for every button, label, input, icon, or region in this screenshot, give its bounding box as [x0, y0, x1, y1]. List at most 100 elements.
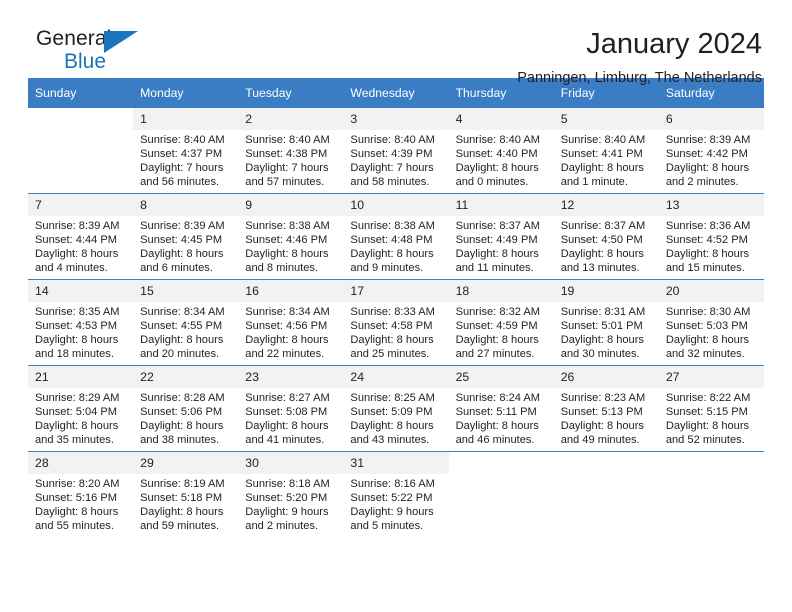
daylight-duration-line1: Daylight: 8 hours — [665, 248, 750, 261]
daylight-duration-line2: and 2 minutes. — [245, 520, 319, 533]
day-number — [449, 452, 554, 468]
daylight-duration-line2: and 6 minutes. — [140, 262, 213, 275]
sunset-time: Sunset: 5:06 PM — [140, 406, 223, 419]
calendar-day-cell[interactable]: 24 Sunrise: 8:25 AM Sunset: 5:09 PM Dayligh… — [343, 365, 449, 452]
calendar-day-cell[interactable]: 13 Sunrise: 8:36 AM Sunset: 4:52 PM Dayligh… — [658, 193, 764, 280]
sunrise-time: Sunrise: 8:37 AM — [455, 220, 541, 232]
calendar-day-cell[interactable]: 31 Sunrise: 8:16 AM Sunset: 5:22 PM Dayligh… — [343, 451, 449, 538]
calendar-day-cell[interactable]: 16 Sunrise: 8:34 AM Sunset: 4:56 PM Dayligh… — [238, 279, 344, 366]
day-number — [28, 108, 133, 124]
calendar-day-cell[interactable]: 25 Sunrise: 8:24 AM Sunset: 5:11 PM Dayligh… — [448, 365, 554, 452]
page-title: January 2024 — [586, 28, 762, 60]
general-blue-logo[interactable]: General Blue — [28, 28, 178, 82]
day-number: 8 — [133, 194, 239, 216]
sunset-time: Sunset: 4:49 PM — [455, 234, 538, 247]
day-details: Sunrise: 8:39 AM Sunset: 4:45 PM Daylight:… — [133, 216, 238, 275]
daylight-duration-line2: and 4 minutes. — [35, 262, 108, 275]
sunrise-time: Sunrise: 8:35 AM — [35, 306, 120, 318]
daylight-duration-line1: Daylight: 7 hours — [245, 162, 329, 175]
calendar-day-cell[interactable]: 26 Sunrise: 8:23 AM Sunset: 5:13 PM Dayligh… — [553, 365, 659, 452]
day-details: Sunrise: 8:40 AM Sunset: 4:38 PM Daylight:… — [238, 130, 343, 189]
calendar-day-cell[interactable]: 22 Sunrise: 8:28 AM Sunset: 5:06 PM Dayligh… — [133, 365, 239, 452]
day-details: Sunrise: 8:34 AM Sunset: 4:55 PM Daylight:… — [133, 302, 238, 361]
sunrise-time: Sunrise: 8:23 AM — [560, 392, 646, 404]
calendar-day-cell[interactable]: 1 Sunrise: 8:40 AM Sunset: 4:37 PM Daylight… — [133, 107, 239, 194]
day-number: 20 — [658, 280, 764, 302]
calendar-week-row: 14 Sunrise: 8:35 AM Sunset: 4:53 PM Dayligh… — [28, 279, 764, 366]
day-number: 12 — [553, 194, 659, 216]
day-number: 11 — [448, 194, 554, 216]
calendar-day-cell[interactable]: 19 Sunrise: 8:31 AM Sunset: 5:01 PM Dayligh… — [553, 279, 659, 366]
calendar-day-cell[interactable]: 27 Sunrise: 8:22 AM Sunset: 5:15 PM Dayligh… — [658, 365, 764, 452]
daylight-duration-line2: and 8 minutes. — [245, 262, 319, 275]
daylight-duration-line2: and 27 minutes. — [455, 348, 535, 361]
sunset-time: Sunset: 4:53 PM — [35, 320, 118, 333]
calendar-day-cell[interactable]: 15 Sunrise: 8:34 AM Sunset: 4:55 PM Dayligh… — [133, 279, 239, 366]
calendar-day-cell[interactable]: 10 Sunrise: 8:38 AM Sunset: 4:48 PM Dayligh… — [343, 193, 449, 280]
calendar-day-cell[interactable]: 21 Sunrise: 8:29 AM Sunset: 5:04 PM Dayligh… — [28, 365, 134, 452]
daylight-duration-line1: Daylight: 8 hours — [665, 420, 750, 433]
sunrise-time: Sunrise: 8:39 AM — [665, 134, 751, 146]
calendar-day-cell[interactable]: 9 Sunrise: 8:38 AM Sunset: 4:46 PM Daylight… — [238, 193, 344, 280]
calendar-day-cell-empty — [28, 107, 134, 194]
day-details: Sunrise: 8:36 AM Sunset: 4:52 PM Daylight:… — [659, 216, 764, 275]
day-details: Sunrise: 8:37 AM Sunset: 4:49 PM Daylight:… — [449, 216, 554, 275]
sunrise-time: Sunrise: 8:20 AM — [35, 478, 120, 490]
calendar-day-cell[interactable]: 28 Sunrise: 8:20 AM Sunset: 5:16 PM Dayligh… — [28, 451, 134, 538]
daylight-duration-line2: and 9 minutes. — [350, 262, 424, 275]
calendar-day-cell[interactable]: 8 Sunrise: 8:39 AM Sunset: 4:45 PM Daylight… — [133, 193, 239, 280]
sunset-time: Sunset: 4:50 PM — [560, 234, 643, 247]
calendar-day-cell-empty — [658, 451, 764, 538]
day-details: Sunrise: 8:33 AM Sunset: 4:58 PM Daylight:… — [343, 302, 448, 361]
calendar-week-row: 1 Sunrise: 8:40 AM Sunset: 4:37 PM Daylight… — [28, 107, 764, 194]
daylight-duration-line2: and 20 minutes. — [140, 348, 220, 361]
calendar-day-cell[interactable]: 6 Sunrise: 8:39 AM Sunset: 4:42 PM Daylight… — [658, 107, 764, 194]
sunrise-time: Sunrise: 8:38 AM — [245, 220, 330, 232]
calendar-day-cell[interactable]: 12 Sunrise: 8:37 AM Sunset: 4:50 PM Dayligh… — [553, 193, 659, 280]
sunrise-time: Sunrise: 8:39 AM — [140, 220, 225, 232]
page-header: General Blue January 2024 Panningen, Lim… — [28, 0, 764, 87]
daylight-duration-line2: and 2 minutes. — [665, 176, 739, 189]
calendar-day-cell[interactable]: 17 Sunrise: 8:33 AM Sunset: 4:58 PM Dayligh… — [343, 279, 449, 366]
calendar-day-cell-empty — [448, 451, 554, 538]
calendar-day-cell[interactable]: 20 Sunrise: 8:30 AM Sunset: 5:03 PM Dayligh… — [658, 279, 764, 366]
calendar-day-cell[interactable]: 29 Sunrise: 8:19 AM Sunset: 5:18 PM Dayligh… — [133, 451, 239, 538]
calendar-day-cell[interactable]: 18 Sunrise: 8:32 AM Sunset: 4:59 PM Dayligh… — [448, 279, 554, 366]
sunset-time: Sunset: 4:45 PM — [140, 234, 223, 247]
day-number: 1 — [133, 108, 239, 130]
calendar-page: General Blue January 2024 Panningen, Lim… — [0, 0, 792, 612]
daylight-duration-line2: and 1 minute. — [560, 176, 628, 189]
sunset-time: Sunset: 4:42 PM — [665, 148, 748, 161]
calendar-week-row: 7 Sunrise: 8:39 AM Sunset: 4:44 PM Daylight… — [28, 193, 764, 280]
daylight-duration-line1: Daylight: 8 hours — [35, 334, 119, 347]
day-number: 25 — [448, 366, 554, 388]
daylight-duration-line2: and 18 minutes. — [35, 348, 114, 361]
day-details: Sunrise: 8:20 AM Sunset: 5:16 PM Daylight:… — [28, 474, 133, 533]
day-number: 28 — [28, 452, 134, 474]
calendar-day-cell[interactable]: 7 Sunrise: 8:39 AM Sunset: 4:44 PM Daylight… — [28, 193, 134, 280]
calendar-day-cell[interactable]: 4 Sunrise: 8:40 AM Sunset: 4:40 PM Daylight… — [448, 107, 554, 194]
day-details: Sunrise: 8:40 AM Sunset: 4:40 PM Daylight:… — [449, 130, 554, 189]
daylight-duration-line2: and 13 minutes. — [560, 262, 640, 275]
sunset-time: Sunset: 5:13 PM — [560, 406, 643, 419]
calendar-day-cell[interactable]: 30 Sunrise: 8:18 AM Sunset: 5:20 PM Dayligh… — [238, 451, 344, 538]
day-number: 7 — [28, 194, 134, 216]
daylight-duration-line2: and 52 minutes. — [665, 434, 745, 447]
day-number: 26 — [553, 366, 659, 388]
sunset-time: Sunset: 4:56 PM — [245, 320, 328, 333]
daylight-duration-line1: Daylight: 8 hours — [140, 420, 224, 433]
sunset-time: Sunset: 4:55 PM — [140, 320, 223, 333]
daylight-duration-line2: and 22 minutes. — [245, 348, 325, 361]
day-number: 10 — [343, 194, 449, 216]
sunset-time: Sunset: 4:44 PM — [35, 234, 118, 247]
calendar-day-cell[interactable]: 14 Sunrise: 8:35 AM Sunset: 4:53 PM Dayligh… — [28, 279, 134, 366]
calendar-day-cell[interactable]: 23 Sunrise: 8:27 AM Sunset: 5:08 PM Dayligh… — [238, 365, 344, 452]
calendar-day-cell[interactable]: 5 Sunrise: 8:40 AM Sunset: 4:41 PM Daylight… — [553, 107, 659, 194]
calendar-day-cell[interactable]: 2 Sunrise: 8:40 AM Sunset: 4:38 PM Daylight… — [238, 107, 344, 194]
sunrise-time: Sunrise: 8:19 AM — [140, 478, 225, 490]
daylight-duration-line2: and 0 minutes. — [455, 176, 529, 189]
calendar-day-cell[interactable]: 11 Sunrise: 8:37 AM Sunset: 4:49 PM Dayligh… — [448, 193, 554, 280]
daylight-duration-line2: and 49 minutes. — [560, 434, 640, 447]
day-number: 31 — [343, 452, 449, 474]
calendar-day-cell[interactable]: 3 Sunrise: 8:40 AM Sunset: 4:39 PM Daylight… — [343, 107, 449, 194]
